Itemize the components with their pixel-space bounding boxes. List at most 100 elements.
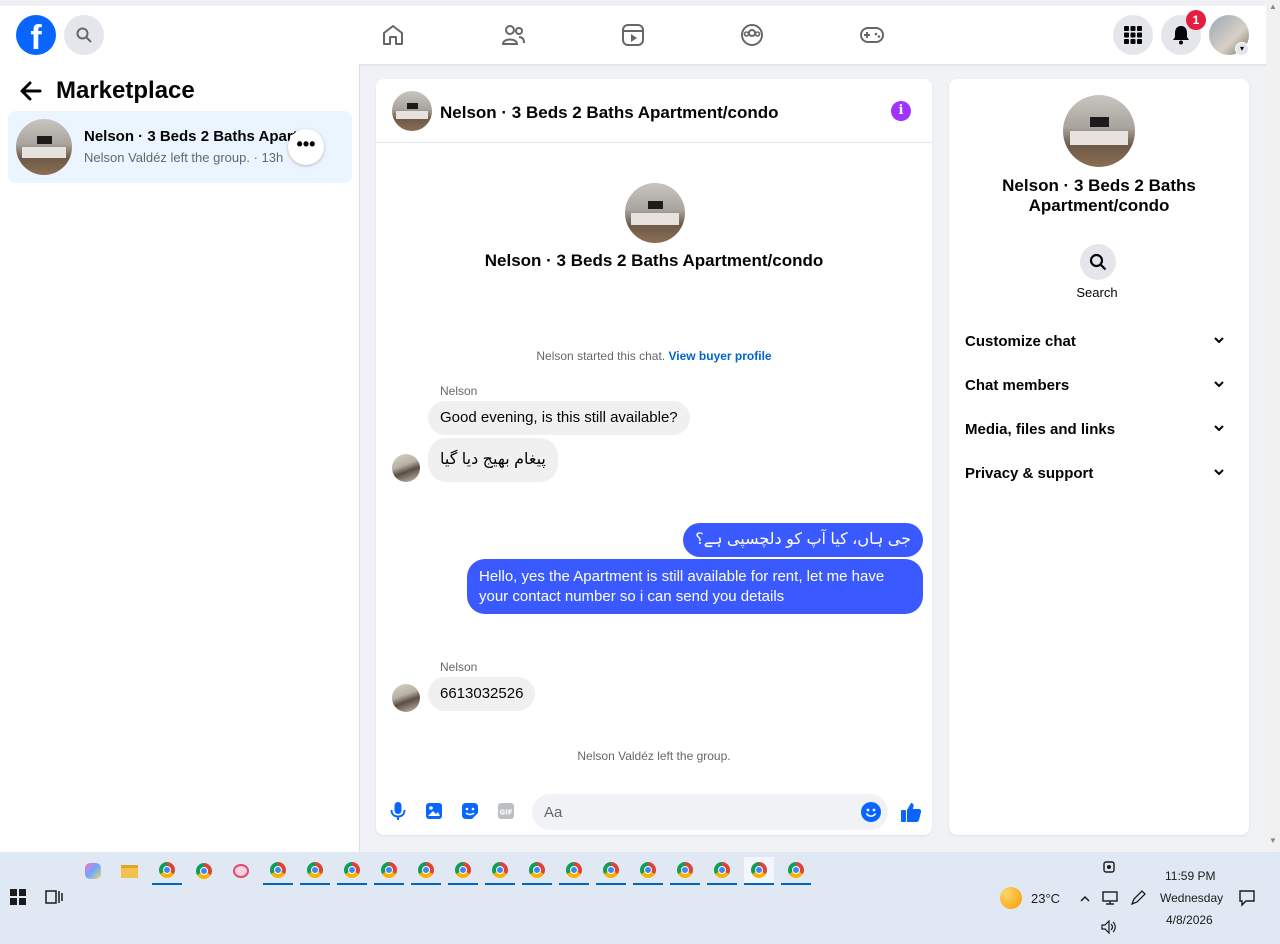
message-bubble-outgoing[interactable]: جی ہاں، کیا آپ کو دلچسپی ہے؟ (683, 523, 923, 557)
sticker-icon[interactable] (460, 801, 480, 821)
chrome-app-icon[interactable] (152, 857, 182, 885)
info-icon[interactable]: i (891, 101, 911, 121)
chevron-down-icon (1214, 381, 1224, 388)
conversation-item[interactable]: Nelson · 3 Beds 2 Baths Apartment/condo … (8, 111, 352, 183)
chrome-app-icon[interactable] (300, 857, 330, 885)
chrome-app-icon[interactable] (263, 857, 293, 885)
task-view-icon[interactable] (45, 889, 63, 905)
back-arrow-icon[interactable] (18, 78, 46, 106)
chrome-app-icon[interactable] (744, 857, 774, 885)
webcam-icon[interactable] (1102, 860, 1116, 874)
chat-panel: Nelson · 3 Beds 2 Baths Apartment/condo … (376, 79, 932, 835)
friends-icon[interactable] (500, 22, 526, 48)
network-icon[interactable] (1102, 890, 1118, 906)
section-label: Media, files and links (965, 420, 1116, 438)
photo-icon[interactable] (424, 801, 444, 821)
menu-button[interactable] (1113, 15, 1153, 55)
chrome-app-icon[interactable] (485, 857, 515, 885)
message-bubble-outgoing[interactable]: Hello, yes the Apartment is still availa… (467, 559, 923, 614)
conversation-preview: Nelson Valdéz left the group. · 13h (84, 150, 284, 165)
message-input[interactable] (532, 794, 888, 830)
chrome-app-icon[interactable] (633, 857, 663, 885)
sender-avatar[interactable] (392, 454, 420, 482)
view-buyer-profile-link[interactable]: View buyer profile (668, 349, 771, 363)
svg-text:GIF: GIF (499, 809, 512, 817)
volume-icon[interactable] (1101, 919, 1117, 935)
windows-start-icon[interactable] (10, 889, 26, 905)
section-label: Chat members (965, 376, 1070, 394)
thumbs-up-icon[interactable] (900, 801, 922, 823)
groups-icon[interactable] (739, 22, 765, 48)
search-icon (76, 27, 92, 43)
chat-started-notice: Nelson started this chat. View buyer pro… (376, 349, 932, 363)
emoji-icon[interactable] (861, 802, 881, 822)
search-icon (1089, 253, 1107, 271)
weather-temperature[interactable]: 23°C (1031, 891, 1060, 906)
clock-day[interactable]: Wednesday (1160, 891, 1223, 905)
chevron-down-icon[interactable]: ▾ (1235, 42, 1249, 56)
gif-icon[interactable]: GIF (496, 801, 516, 821)
message-bubble-incoming[interactable]: Good evening, is this still available? (428, 401, 690, 435)
chat-header: Nelson · 3 Beds 2 Baths Apartment/condo … (376, 79, 932, 143)
chrome-app-icon[interactable] (670, 857, 700, 885)
chrome-app-icon[interactable] (189, 857, 219, 885)
listing-thumbnail-large[interactable] (1063, 95, 1135, 167)
page-scrollbar[interactable]: ▲ ▼ (1266, 0, 1280, 852)
left-group-notice: Nelson Valdéz left the group. (577, 749, 731, 763)
notification-badge: 1 (1186, 10, 1206, 30)
clock-date[interactable]: 4/8/2026 (1166, 913, 1213, 927)
chrome-app-icon[interactable] (781, 857, 811, 885)
sender-name: Nelson (440, 660, 478, 674)
section-media-files-links[interactable]: Media, files and links (957, 407, 1241, 451)
more-options-button[interactable]: ••• (288, 129, 324, 165)
intro-title: Nelson · 3 Beds 2 Baths Apartment/condo (484, 251, 824, 270)
chevron-down-icon (1214, 469, 1224, 476)
chat-info-panel: Nelson · 3 Beds 2 Baths Apartment/condo … (949, 79, 1249, 835)
watch-icon[interactable] (620, 22, 646, 48)
section-chat-members[interactable]: Chat members (957, 363, 1241, 407)
chat-header-thumbnail[interactable] (392, 91, 432, 131)
chrome-app-icon[interactable] (707, 857, 737, 885)
chrome-app-icon[interactable] (522, 857, 552, 885)
top-navigation-bar: f 1 ▾ (0, 0, 1266, 64)
pen-icon[interactable] (1130, 890, 1146, 906)
weather-moon-icon[interactable] (1000, 887, 1022, 909)
chrome-app-icon[interactable] (374, 857, 404, 885)
chrome-app-icon[interactable] (559, 857, 589, 885)
chat-title[interactable]: Nelson · 3 Beds 2 Baths Apartment/condo (440, 103, 778, 123)
intro-thumbnail (625, 183, 685, 243)
notification-center-icon[interactable] (1238, 889, 1256, 907)
sender-name: Nelson (440, 384, 478, 398)
chrome-app-icon[interactable] (337, 857, 367, 885)
copilot-app-icon[interactable] (78, 857, 108, 885)
facebook-logo[interactable]: f (16, 15, 56, 55)
message-bubble-incoming[interactable]: پیغام بھیج دیا گیا (428, 438, 558, 482)
sender-avatar[interactable] (392, 684, 420, 712)
conversation-name: Nelson · 3 Beds 2 Baths Apartment/condo (84, 128, 302, 145)
paint-app-icon[interactable] (226, 857, 256, 885)
section-customize-chat[interactable]: Customize chat (957, 319, 1241, 363)
conversation-list-panel: Marketplace Nelson · 3 Beds 2 Baths Apar… (0, 64, 360, 852)
scroll-up-arrow[interactable]: ▲ (1269, 2, 1277, 11)
gaming-icon[interactable] (859, 22, 885, 48)
microphone-icon[interactable] (388, 801, 408, 821)
file-explorer-icon[interactable] (114, 857, 144, 885)
home-icon[interactable] (380, 22, 406, 48)
message-bubble-incoming[interactable]: 6613032526 (428, 677, 536, 711)
chevron-down-icon (1214, 425, 1224, 432)
section-privacy-support[interactable]: Privacy & support (957, 451, 1241, 495)
clock-time[interactable]: 11:59 PM (1165, 869, 1215, 883)
chrome-app-icon[interactable] (411, 857, 441, 885)
windows-taskbar: 23°C 11:59 PM Wednesday 4/8/2026 (0, 852, 1280, 944)
chrome-app-icon[interactable] (596, 857, 626, 885)
scroll-down-arrow[interactable]: ▼ (1269, 836, 1277, 845)
chevron-down-icon (1214, 337, 1224, 344)
search-in-conversation-button[interactable] (1080, 244, 1116, 280)
search-button[interactable] (64, 15, 104, 55)
chevron-up-icon[interactable] (1079, 892, 1091, 904)
message-composer: GIF (376, 785, 932, 835)
chat-started-text: Nelson started this chat. (536, 349, 666, 363)
listing-title: Nelson · 3 Beds 2 Baths Apartment/condo (1002, 176, 1196, 215)
page-title: Marketplace (56, 77, 195, 104)
chrome-app-icon[interactable] (448, 857, 478, 885)
